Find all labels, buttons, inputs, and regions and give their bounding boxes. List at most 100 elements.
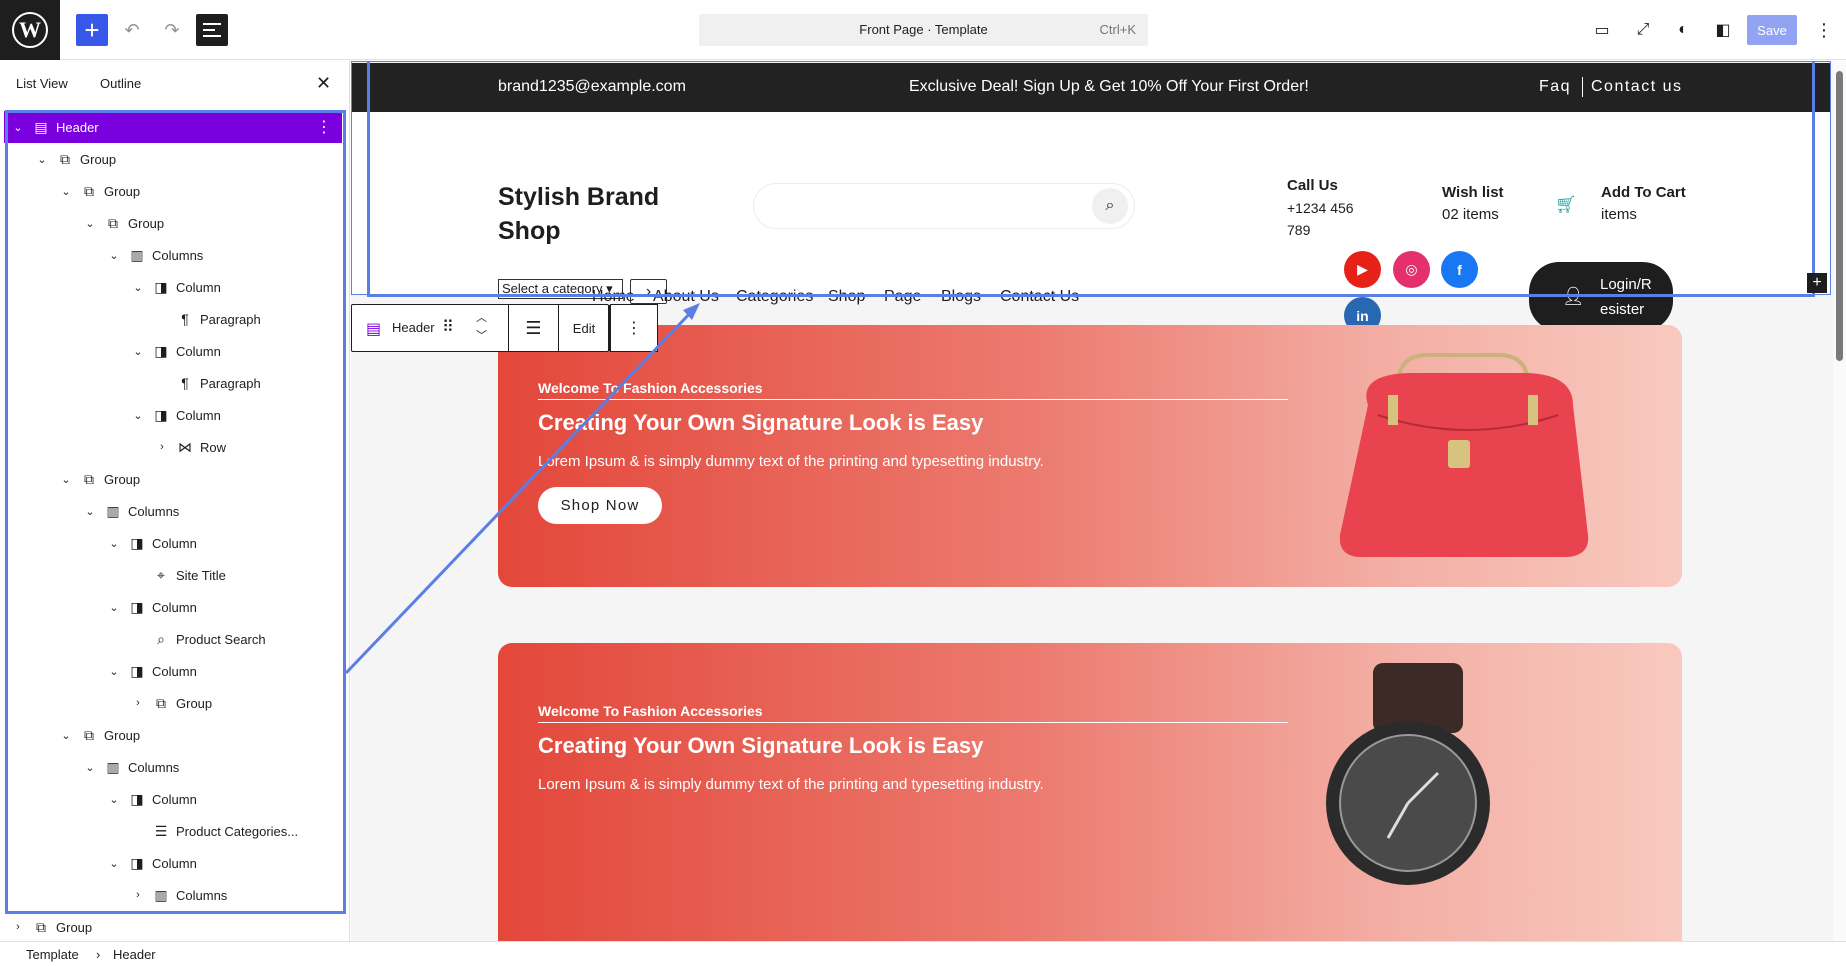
list-view-item[interactable]: ⌄ ⧉ Group (4, 175, 342, 207)
youtube-icon[interactable]: ▶ (1344, 251, 1381, 288)
shop-now-button[interactable]: Shop Now (538, 487, 662, 524)
chevron-down-icon[interactable]: ⌄ (132, 345, 144, 358)
list-view-item[interactable]: ⌄ ◨ Column (4, 655, 342, 687)
scrollbar-thumb[interactable] (1836, 71, 1843, 361)
drag-handle-icon[interactable]: ⠿ (442, 317, 454, 337)
list-view-item[interactable]: ⌄ ⧉ Group (4, 143, 342, 175)
chevron-down-icon[interactable]: ⌄ (84, 505, 96, 518)
nav-contact-us[interactable]: Contact Us (1000, 288, 1079, 306)
list-view-item[interactable]: ⌄ ▥ Columns (4, 751, 342, 783)
list-view-item[interactable]: ⌄ ◨ Column (4, 783, 342, 815)
site-title[interactable]: Stylish Brand Shop (498, 180, 698, 248)
nav-about-us[interactable]: About Us (653, 288, 719, 306)
styles-contrast-icon[interactable]: ◐ (1671, 18, 1695, 42)
chevron-down-icon[interactable]: ⌄ (108, 793, 120, 806)
chevron-down-icon[interactable]: ⌄ (60, 473, 72, 486)
chevron-down-icon[interactable]: ⌄ (36, 153, 48, 166)
desktop-preview-icon[interactable]: ▭ (1590, 18, 1614, 42)
chevron-down-icon[interactable]: ⌄ (60, 729, 72, 742)
product-search-input[interactable]: ⌕ (753, 183, 1135, 229)
command-palette-button[interactable]: Front Page · Template Ctrl+K (699, 14, 1148, 46)
hero-kicker: Welcome To Fashion Accessories (538, 380, 763, 396)
list-view-item[interactable]: › ▥ Columns (4, 879, 342, 911)
wishlist-block[interactable]: Wish list 02 items (1442, 182, 1504, 226)
chevron-right-icon[interactable]: › (132, 697, 144, 709)
undo-icon[interactable]: ↶ (120, 18, 144, 42)
contact-link[interactable]: Contact us (1591, 78, 1682, 96)
chevron-down-icon[interactable]: ⌄ (12, 121, 24, 134)
block-switcher[interactable]: ▤ Header ⠿ ︿ ﹀ (352, 305, 509, 351)
align-icon[interactable]: ☰ (509, 305, 559, 351)
wordpress-logo-button[interactable]: W (0, 0, 60, 60)
chevron-down-icon[interactable]: ⌄ (132, 409, 144, 422)
chevron-down-icon[interactable]: ⌄ (84, 217, 96, 230)
list-view-item[interactable]: › ⧉ Group (4, 911, 342, 941)
chevron-right-icon[interactable]: › (132, 889, 144, 901)
move-up-icon[interactable]: ︿ (476, 309, 487, 325)
instagram-icon[interactable]: ◎ (1393, 251, 1430, 288)
cart-icon[interactable]: 🛒︎ (1555, 195, 1577, 215)
wordpress-icon: W (12, 12, 48, 48)
nav-blogs[interactable]: Blogs (941, 288, 981, 306)
save-button[interactable]: Save (1747, 15, 1797, 45)
list-view-item[interactable]: › ⧉ Group (4, 687, 342, 719)
move-down-icon[interactable]: ﹀ (476, 327, 487, 343)
chevron-right-icon[interactable]: › (12, 921, 24, 933)
list-view-item[interactable]: › ⋈ Row (4, 431, 342, 463)
tab-list-view[interactable]: List View (16, 76, 68, 91)
login-register-button[interactable]: 👤︎ Login/R esister (1529, 262, 1673, 331)
list-view-item[interactable]: ⌄ ⧉ Group (4, 207, 342, 239)
document-overview-button[interactable] (196, 14, 228, 46)
nav-categories[interactable]: Categories (736, 288, 813, 306)
facebook-icon[interactable]: f (1441, 251, 1478, 288)
faq-link[interactable]: Faq (1539, 78, 1571, 96)
tab-outline[interactable]: Outline (100, 76, 141, 91)
cart-block[interactable]: Add To Cart items (1601, 182, 1686, 226)
list-view-item[interactable]: ⌖ Site Title (4, 559, 342, 591)
chevron-down-icon[interactable]: ⌄ (108, 249, 120, 262)
list-view-item[interactable]: ⌄ ◨ Column (4, 335, 342, 367)
nav-page[interactable]: Page (884, 288, 921, 306)
fullscreen-icon[interactable]: ⤢ (1631, 18, 1655, 42)
list-view-item[interactable]: ⌄ ⧉ Group (4, 719, 342, 751)
chevron-down-icon[interactable]: ⌄ (108, 665, 120, 678)
chevron-down-icon[interactable]: ⌄ (84, 761, 96, 774)
list-view-item[interactable]: ⌄ ◨ Column (4, 271, 342, 303)
list-view-item[interactable]: ☰ Product Categories... (4, 815, 342, 847)
redo-icon[interactable]: ↷ (160, 18, 184, 42)
block-inserter-button[interactable]: + (76, 14, 108, 46)
chevron-down-icon[interactable]: ⌄ (60, 185, 72, 198)
insert-block-icon[interactable]: + (1807, 273, 1827, 293)
breadcrumb-template[interactable]: Template (26, 947, 79, 962)
promo-bar[interactable]: brand1235@example.com Exclusive Deal! Si… (351, 63, 1831, 112)
settings-sidebar-icon[interactable]: ◧ (1711, 18, 1735, 42)
edit-button[interactable]: Edit (559, 305, 610, 351)
breadcrumb-header[interactable]: Header (113, 947, 156, 962)
list-view-item[interactable]: ⌄ ◨ Column (4, 847, 342, 879)
list-view-item[interactable]: ⌄ ▥ Columns (4, 239, 342, 271)
chevron-down-icon[interactable]: ⌄ (108, 857, 120, 870)
list-view-item[interactable]: ⌄ ◨ Column (4, 399, 342, 431)
list-view-item[interactable]: ⌕ Product Search (4, 623, 342, 655)
canvas-scrollbar[interactable] (1833, 61, 1846, 941)
list-view-item[interactable]: ¶ Paragraph (4, 303, 342, 335)
list-view-item-label: Group (176, 695, 213, 711)
site-header[interactable]: Stylish Brand Shop ⌕ Call Us +1234 456 7… (351, 112, 1831, 334)
chevron-down-icon[interactable]: ⌄ (108, 601, 120, 614)
list-view-item-label: Row (200, 439, 227, 455)
list-view-item[interactable]: ⌄ ▤ Header ⋮ (4, 111, 342, 143)
list-view-item[interactable]: ⌄ ◨ Column (4, 591, 342, 623)
close-icon[interactable]: ✕ (316, 73, 331, 94)
chevron-right-icon[interactable]: › (156, 441, 168, 453)
list-view-item[interactable]: ⌄ ◨ Column (4, 527, 342, 559)
chevron-down-icon[interactable]: ⌄ (132, 281, 144, 294)
nav-shop[interactable]: Shop (828, 288, 865, 306)
list-view-item[interactable]: ⌄ ▥ Columns (4, 495, 342, 527)
list-view-item[interactable]: ¶ Paragraph (4, 367, 342, 399)
options-menu-icon[interactable]: ⋮ (1812, 18, 1836, 42)
search-icon[interactable]: ⌕ (1092, 188, 1128, 224)
list-view-item[interactable]: ⌄ ⧉ Group (4, 463, 342, 495)
block-options-icon[interactable]: ⋮ (610, 304, 658, 352)
item-options-icon[interactable]: ⋮ (316, 117, 332, 137)
chevron-down-icon[interactable]: ⌄ (108, 537, 120, 550)
